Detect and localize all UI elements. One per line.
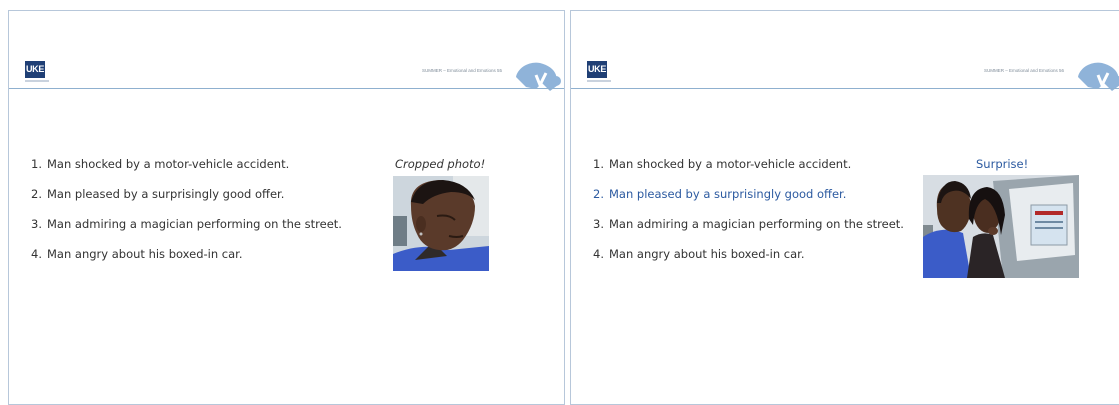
- logo-subtitle: [587, 80, 611, 82]
- uke-logo: UKE: [587, 61, 607, 78]
- header-text: SUMMER – Emotional and Emotions 56: [983, 68, 1064, 73]
- answer-list: 1. Man shocked by a motor-vehicle acciden…: [31, 155, 342, 275]
- header-text: SUMMER – Emotional and Emotions 55: [421, 68, 502, 73]
- full-scene-photo: [923, 175, 1079, 278]
- logo-subtitle: [25, 80, 49, 82]
- slide-header: UKE SUMMER – Emotional and Emotions 56: [571, 11, 1119, 91]
- list-item: 3. Man admiring a magician performing on …: [593, 217, 904, 231]
- slide-header: UKE SUMMER – Emotional and Emotions 55: [9, 11, 564, 91]
- cropped-face-photo: [393, 176, 489, 271]
- list-item: 3. Man admiring a magician performing on …: [31, 217, 342, 231]
- photo-caption: Surprise!: [976, 157, 1029, 171]
- slide-2: UKE SUMMER – Emotional and Emotions 56 1…: [570, 10, 1119, 405]
- list-item: 4. Man angry about his boxed-in car.: [593, 247, 805, 261]
- list-item: 1. Man shocked by a motor-vehicle acciden…: [593, 157, 852, 171]
- list-item-correct: 2. Man pleased by a surprisingly good off…: [593, 187, 847, 201]
- list-item: 2. Man pleased by a surprisingly good off…: [31, 187, 285, 201]
- answer-list: 1. Man shocked by a motor-vehicle acciden…: [593, 155, 904, 275]
- uke-logo: UKE: [25, 61, 45, 78]
- list-item: 1. Man shocked by a motor-vehicle acciden…: [31, 157, 290, 171]
- header-rule: [571, 88, 1119, 89]
- photo-caption: Cropped photo!: [395, 157, 486, 171]
- slide-1: UKE SUMMER – Emotional and Emotions 55 1…: [8, 10, 565, 405]
- list-item: 4. Man angry about his boxed-in car.: [31, 247, 243, 261]
- header-rule: [9, 88, 564, 89]
